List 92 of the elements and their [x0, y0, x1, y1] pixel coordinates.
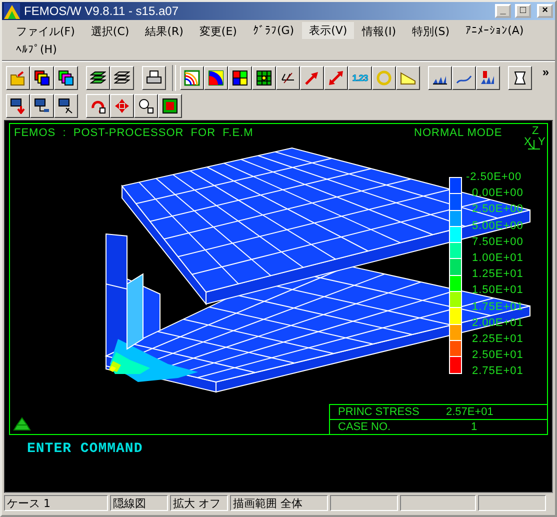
toolbar-button[interactable]: [252, 66, 276, 90]
menu-item[interactable]: ファイル(F): [8, 22, 83, 41]
scale-label: 1.50E+01: [472, 284, 524, 296]
result-label: CASE NO.: [338, 421, 392, 433]
status-pane: 隠線図: [110, 495, 168, 511]
bar-graph-icon: [480, 70, 496, 86]
logo-icon: [13, 417, 31, 431]
toolbar-button[interactable]: [396, 66, 420, 90]
layers-icon: [114, 70, 130, 86]
status-pane: 描画範囲 全体: [230, 495, 328, 511]
scale-label: 2.50E+01: [472, 349, 524, 362]
wedge-icon: [400, 70, 416, 86]
window-title: FEMOS/W V9.8.11 - s15.a07: [24, 4, 180, 18]
command-prompt: ENTER COMMAND: [27, 441, 143, 457]
toolbar-button[interactable]: [54, 66, 78, 90]
toolbar-button[interactable]: [158, 94, 182, 118]
toolbar-button[interactable]: [204, 66, 228, 90]
ring-icon: [376, 70, 392, 86]
toolbar-button[interactable]: [54, 94, 78, 118]
grid-icon: [232, 70, 248, 86]
arrow-icon: [304, 70, 320, 86]
menu-item[interactable]: 情報(I): [354, 22, 404, 41]
menu-item[interactable]: 表示(V): [302, 22, 354, 39]
scale-label: -2.50E+00: [466, 171, 522, 183]
toolbar-button[interactable]: [30, 94, 54, 118]
menu-item[interactable]: 選択(C): [82, 22, 138, 41]
toolbar-button[interactable]: [142, 66, 166, 90]
maximize-button[interactable]: □: [515, 4, 531, 18]
result-value: 2.57E+01: [446, 406, 494, 418]
pages-icon: [34, 70, 50, 86]
toolbar-button[interactable]: [476, 66, 500, 90]
axis-label: Y: [538, 136, 546, 148]
toolbar-button[interactable]: [452, 66, 476, 90]
folder-icon: [10, 70, 26, 86]
scale-label: 2.25E+01: [472, 333, 524, 345]
fit-icon: [162, 98, 178, 114]
toolbar-button[interactable]: [508, 66, 532, 90]
menu-item[interactable]: 結果(R): [137, 22, 192, 41]
toolbar-button[interactable]: [428, 66, 452, 90]
zoom-icon: [138, 98, 154, 114]
contour-icon: [208, 70, 224, 86]
toolbar-button[interactable]: [228, 66, 252, 90]
result-value: 1: [471, 421, 478, 433]
window-stack-icon: [34, 98, 50, 114]
menu-item[interactable]: ﾍﾙﾌﾟ(H): [8, 41, 65, 60]
toolbar-button[interactable]: [324, 66, 348, 90]
toolbar-button[interactable]: [134, 94, 158, 118]
status-pane: [330, 495, 398, 511]
scale-label: 1.25E+01: [472, 268, 524, 280]
window-down-arrow-icon: [10, 98, 26, 114]
menu-item[interactable]: ｱﾆﾒｰｼｮﾝ(A): [458, 22, 532, 41]
view-header: FEMOS : POST-PROCESSOR FOR F.E.M: [14, 127, 254, 139]
result-label: PRINC STRESS: [338, 406, 420, 418]
scale-label: 2.75E+01: [472, 365, 524, 378]
scale-label: 1.75E+01: [472, 300, 524, 313]
toolbar-button[interactable]: [86, 94, 110, 118]
app-icon: [4, 3, 20, 19]
minimize-button[interactable]: _: [495, 4, 511, 18]
rotate-icon: [90, 98, 106, 114]
double-arrow-icon: [328, 70, 344, 86]
menu-item[interactable]: 変更(E): [191, 22, 245, 41]
display-mode: NORMAL MODE: [414, 127, 502, 139]
scale-label: 1.00E+01: [472, 252, 524, 264]
grid-icon: [256, 70, 272, 86]
toolbar-button[interactable]: [110, 66, 134, 90]
scale-label: 0.00E+00: [472, 187, 524, 200]
move-icon: [114, 98, 130, 114]
printer-icon: [146, 70, 162, 86]
layers-icon: [90, 70, 106, 86]
close-button[interactable]: ×: [537, 4, 553, 18]
contour-icon: [184, 70, 200, 86]
toolbar-button[interactable]: [372, 66, 396, 90]
status-pane: ケース 1: [4, 495, 108, 511]
toolbar-button[interactable]: [110, 94, 134, 118]
toolbar-button[interactable]: [180, 66, 204, 90]
axis-label: X: [524, 136, 532, 148]
menu-item[interactable]: ｸﾞﾗﾌ(G): [244, 22, 302, 41]
overflow-button[interactable]: »: [540, 65, 551, 79]
toolbar-button[interactable]: [6, 66, 30, 90]
status-pane: 拡大 オフ: [170, 495, 228, 511]
toolbar-button[interactable]: [30, 66, 54, 90]
toolbar-button[interactable]: [276, 66, 300, 90]
axis-label: Z: [532, 125, 540, 137]
scale-label: 2.50E+00: [472, 203, 524, 216]
window-axis-icon: [58, 98, 74, 114]
scale-label: 7.50E+00: [472, 236, 524, 248]
toolbar-button[interactable]: [6, 94, 30, 118]
status-pane: [478, 495, 546, 511]
toolbar-button[interactable]: [86, 66, 110, 90]
menu-item[interactable]: 特別(S): [404, 22, 458, 41]
toolbar-button[interactable]: [300, 66, 324, 90]
pages-icon: [58, 70, 74, 86]
